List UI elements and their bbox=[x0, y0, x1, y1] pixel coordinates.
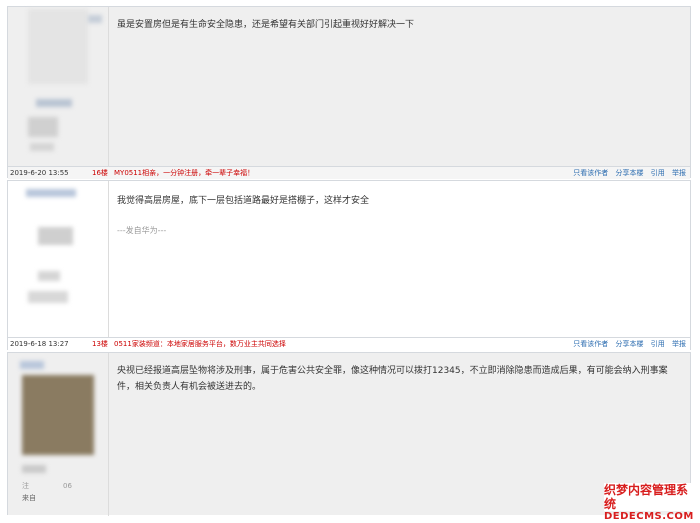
post-content: 央视已经报道高层坠物将涉及刑事，属于危害公共安全罪，像这种情况可以拨打12345… bbox=[117, 363, 682, 395]
post-floor-13: 我觉得高层房屋，底下一层包括道路最好是搭棚子，这样才安全 ---发自华为--- … bbox=[7, 180, 691, 350]
watermark-logo: 织梦内容管理系统 DEDECMS.COM bbox=[604, 483, 696, 522]
user-info bbox=[28, 291, 68, 303]
avatar[interactable] bbox=[22, 375, 94, 455]
user-info: 来自 bbox=[22, 494, 36, 502]
user-info bbox=[38, 271, 60, 281]
avatar[interactable] bbox=[38, 227, 73, 245]
user-info bbox=[36, 99, 72, 107]
post-date: 2019-6-18 13:27 bbox=[10, 340, 69, 348]
post-content: 虽是安置房但是有生命安全隐患，还是希望有关部门引起重视好好解决一下 bbox=[117, 17, 682, 33]
share-link[interactable]: 分享本楼 bbox=[616, 340, 644, 348]
only-author-link[interactable]: 只看该作者 bbox=[573, 340, 608, 348]
floor-number[interactable]: 13楼 bbox=[92, 338, 108, 350]
post-footer: 2019-6-20 13:55 16楼 MY0511相亲，一分钟注册，牵一辈子幸… bbox=[8, 166, 690, 179]
user-info bbox=[22, 465, 46, 473]
username[interactable] bbox=[26, 189, 76, 197]
report-link[interactable]: 举报 bbox=[672, 169, 686, 177]
user-sidebar: 注 06 来自 bbox=[8, 353, 109, 516]
post-text: 央视已经报道高层坠物将涉及刑事，属于危害公共安全罪，像这种情况可以拨打12345… bbox=[117, 366, 668, 392]
user-sidebar bbox=[8, 181, 109, 337]
user-sidebar bbox=[8, 7, 109, 167]
quote-link[interactable]: 引用 bbox=[651, 169, 665, 177]
post-floor-16: 虽是安置房但是有生命安全隐患，还是希望有关部门引起重视好好解决一下 2019-6… bbox=[7, 6, 691, 179]
username[interactable] bbox=[88, 15, 102, 23]
post-footer: 2019-6-18 13:27 13楼 0511家装频道：本地家居服务平台，数万… bbox=[8, 337, 690, 350]
device-signature: ---发自华为--- bbox=[117, 226, 167, 235]
quote-link[interactable]: 引用 bbox=[651, 340, 665, 348]
report-link[interactable]: 举报 bbox=[672, 340, 686, 348]
floor-number[interactable]: 16楼 bbox=[92, 167, 108, 179]
post-content: 我觉得高层房屋，底下一层包括道路最好是搭棚子，这样才安全 ---发自华为--- bbox=[117, 193, 682, 239]
share-link[interactable]: 分享本楼 bbox=[616, 169, 644, 177]
user-info: 注 06 bbox=[22, 482, 72, 490]
post-floor-next: 注 06 来自 央视已经报道高层坠物将涉及刑事，属于危害公共安全罪，像这种情况可以… bbox=[7, 352, 691, 516]
username[interactable] bbox=[20, 361, 44, 369]
watermark-title: 织梦内容管理系统 bbox=[604, 483, 689, 511]
only-author-link[interactable]: 只看该作者 bbox=[573, 169, 608, 177]
post-date: 2019-6-20 13:55 bbox=[10, 169, 69, 177]
user-info bbox=[28, 117, 58, 137]
user-info bbox=[30, 143, 54, 151]
avatar[interactable] bbox=[28, 9, 88, 84]
watermark-domain: DEDECMS.COM bbox=[604, 511, 694, 522]
ad-link[interactable]: MY0511相亲，一分钟注册，牵一辈子幸福！ bbox=[114, 167, 254, 179]
ad-link[interactable]: 0511家装频道：本地家居服务平台，数万业主共同选择 bbox=[114, 338, 286, 350]
post-text: 我觉得高层房屋，底下一层包括道路最好是搭棚子，这样才安全 bbox=[117, 196, 370, 206]
post-text: 虽是安置房但是有生命安全隐患，还是希望有关部门引起重视好好解决一下 bbox=[117, 20, 415, 30]
